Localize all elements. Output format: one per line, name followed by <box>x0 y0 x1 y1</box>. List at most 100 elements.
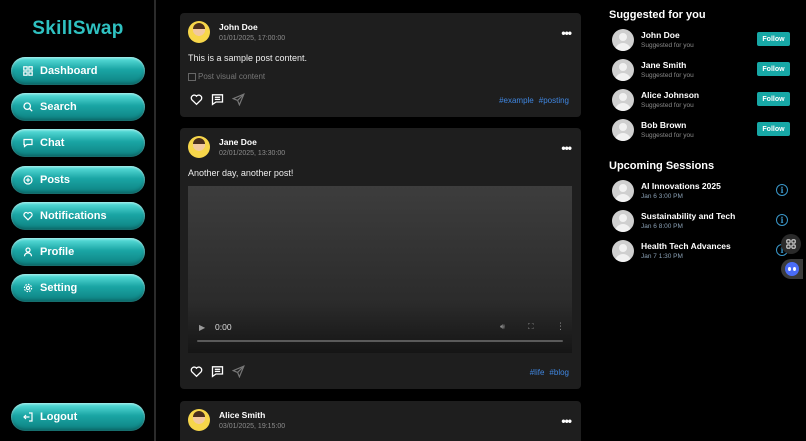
avatar[interactable] <box>188 136 210 158</box>
info-icon[interactable]: i <box>776 214 788 226</box>
sessions-title: Upcoming Sessions <box>609 160 715 172</box>
suggested-user-name[interactable]: Bob Brown <box>641 120 686 130</box>
heart-icon <box>23 211 33 221</box>
sidebar-item-label: Dashboard <box>40 65 98 77</box>
right-panel: Suggested for you John Doe Suggested for… <box>600 0 806 441</box>
apps-grid-icon[interactable] <box>781 234 801 254</box>
avatar <box>612 210 634 232</box>
more-options-icon[interactable]: ••• <box>561 141 572 155</box>
fullscreen-icon[interactable]: ⛶ <box>528 322 534 332</box>
suggested-title: Suggested for you <box>609 9 706 21</box>
sidebar-item-dashboard[interactable]: Dashboard <box>11 57 145 85</box>
share-send-icon[interactable] <box>231 365 245 379</box>
grid-icon <box>23 66 33 76</box>
post-card: John Doe 01/01/2025, 17:00:00 ••• This i… <box>180 13 581 117</box>
avatar[interactable] <box>612 119 634 141</box>
avatar <box>612 180 634 202</box>
share-send-icon[interactable] <box>231 93 245 107</box>
sidebar-item-posts[interactable]: Posts <box>11 166 145 194</box>
sidebar-item-profile[interactable]: Profile <box>11 238 145 266</box>
video-player[interactable]: ▶ 0:00 🔊︎ ⛶ ⋮ <box>188 186 572 353</box>
broken-image-icon <box>188 72 196 81</box>
sidebar-item-notifications[interactable]: Notifications <box>11 202 145 230</box>
sidebar-item-setting[interactable]: Setting <box>11 274 145 302</box>
suggested-user: John Doe Suggested for you Follow <box>612 28 792 52</box>
session-name[interactable]: Sustainability and Tech <box>641 211 735 221</box>
post-header: Alice Smith 03/01/2025, 19:15:00 <box>188 409 285 431</box>
suggested-user-subtitle: Suggested for you <box>641 102 694 109</box>
sidebar-item-label: Profile <box>40 246 75 258</box>
post-image-alt: Post visual content <box>198 72 266 81</box>
suggested-user-name[interactable]: John Doe <box>641 30 680 40</box>
session-name[interactable]: Health Tech Advances <box>641 241 731 251</box>
logout-icon <box>23 412 33 422</box>
suggested-user: Bob Brown Suggested for you Follow <box>612 118 792 142</box>
logout-label: Logout <box>40 411 78 423</box>
suggested-user-subtitle: Suggested for you <box>641 42 694 49</box>
avatar[interactable] <box>612 89 634 111</box>
suggested-user-name[interactable]: Jane Smith <box>641 60 686 70</box>
video-progress-bar[interactable] <box>197 340 563 342</box>
sidebar-item-label: Search <box>40 101 77 113</box>
bot-face-icon <box>785 262 799 276</box>
post-timestamp: 03/01/2025, 19:15:00 <box>219 423 286 430</box>
assistant-bot-icon[interactable] <box>781 259 803 279</box>
video-more-icon[interactable]: ⋮ <box>556 321 565 332</box>
sidebar-item-chat[interactable]: Chat <box>11 129 145 157</box>
video-time: 0:00 <box>215 322 232 332</box>
post-text: Another day, another post! <box>188 168 294 178</box>
post-feed: John Doe 01/01/2025, 17:00:00 ••• This i… <box>170 0 590 441</box>
follow-button[interactable]: Follow <box>757 122 790 136</box>
sidebar: SkillSwap Dashboard Search Chat Posts No… <box>0 0 156 441</box>
session-item: Health Tech Advances Jan 7 1:30 PM i <box>612 239 792 263</box>
app-logo: SkillSwap <box>32 18 124 39</box>
post-image: Post visual content <box>188 72 265 81</box>
tag-link[interactable]: #example <box>499 96 534 105</box>
post-header: John Doe 01/01/2025, 17:00:00 <box>188 21 285 43</box>
follow-button[interactable]: Follow <box>757 92 790 106</box>
comment-icon[interactable] <box>211 93 224 106</box>
sidebar-item-search[interactable]: Search <box>11 93 145 121</box>
session-time: Jan 6 3:00 PM <box>641 193 683 200</box>
post-author[interactable]: John Doe <box>219 22 285 32</box>
suggested-user: Alice Johnson Suggested for you Follow <box>612 88 792 112</box>
post-author[interactable]: Alice Smith <box>219 410 285 420</box>
post-text: This is a sample post content. <box>188 53 308 63</box>
session-time: Jan 6 8:00 PM <box>641 223 683 230</box>
suggested-user: Jane Smith Suggested for you Follow <box>612 58 792 82</box>
info-icon[interactable]: i <box>776 184 788 196</box>
post-tags: #example #posting <box>494 96 569 105</box>
sidebar-item-label: Chat <box>40 137 65 149</box>
avatar[interactable] <box>188 409 210 431</box>
like-heart-icon[interactable] <box>190 93 203 106</box>
play-icon[interactable]: ▶ <box>199 323 205 332</box>
follow-button[interactable]: Follow <box>757 32 790 46</box>
comment-icon[interactable] <box>211 365 224 378</box>
post-header: Jane Doe 02/01/2025, 13:30:00 <box>188 136 285 158</box>
sidebar-item-label: Notifications <box>40 210 107 222</box>
avatar[interactable] <box>612 59 634 81</box>
avatar[interactable] <box>188 21 210 43</box>
tag-link[interactable]: #life <box>530 368 545 377</box>
session-item: AI Innovations 2025 Jan 6 3:00 PM i <box>612 179 792 203</box>
suggested-user-name[interactable]: Alice Johnson <box>641 90 699 100</box>
post-card: Alice Smith 03/01/2025, 19:15:00 ••• <box>180 401 581 441</box>
follow-button[interactable]: Follow <box>757 62 790 76</box>
post-timestamp: 01/01/2025, 17:00:00 <box>219 35 286 42</box>
like-heart-icon[interactable] <box>190 365 203 378</box>
post-author[interactable]: Jane Doe <box>219 137 285 147</box>
volume-icon[interactable]: 🔊︎ <box>500 322 505 332</box>
tag-link[interactable]: #posting <box>539 96 569 105</box>
user-icon <box>23 247 33 257</box>
plus-circle-icon <box>23 175 33 185</box>
logout-button[interactable]: Logout <box>11 403 145 431</box>
post-actions <box>190 365 253 379</box>
session-time: Jan 7 1:30 PM <box>641 253 683 260</box>
more-options-icon[interactable]: ••• <box>561 414 572 428</box>
post-card: Jane Doe 02/01/2025, 13:30:00 ••• Anothe… <box>180 128 581 389</box>
tag-link[interactable]: #blog <box>549 368 569 377</box>
more-options-icon[interactable]: ••• <box>561 26 572 40</box>
session-name[interactable]: AI Innovations 2025 <box>641 181 721 191</box>
avatar[interactable] <box>612 29 634 51</box>
video-controls: ▶ 0:00 🔊︎ ⛶ ⋮ <box>188 313 572 353</box>
